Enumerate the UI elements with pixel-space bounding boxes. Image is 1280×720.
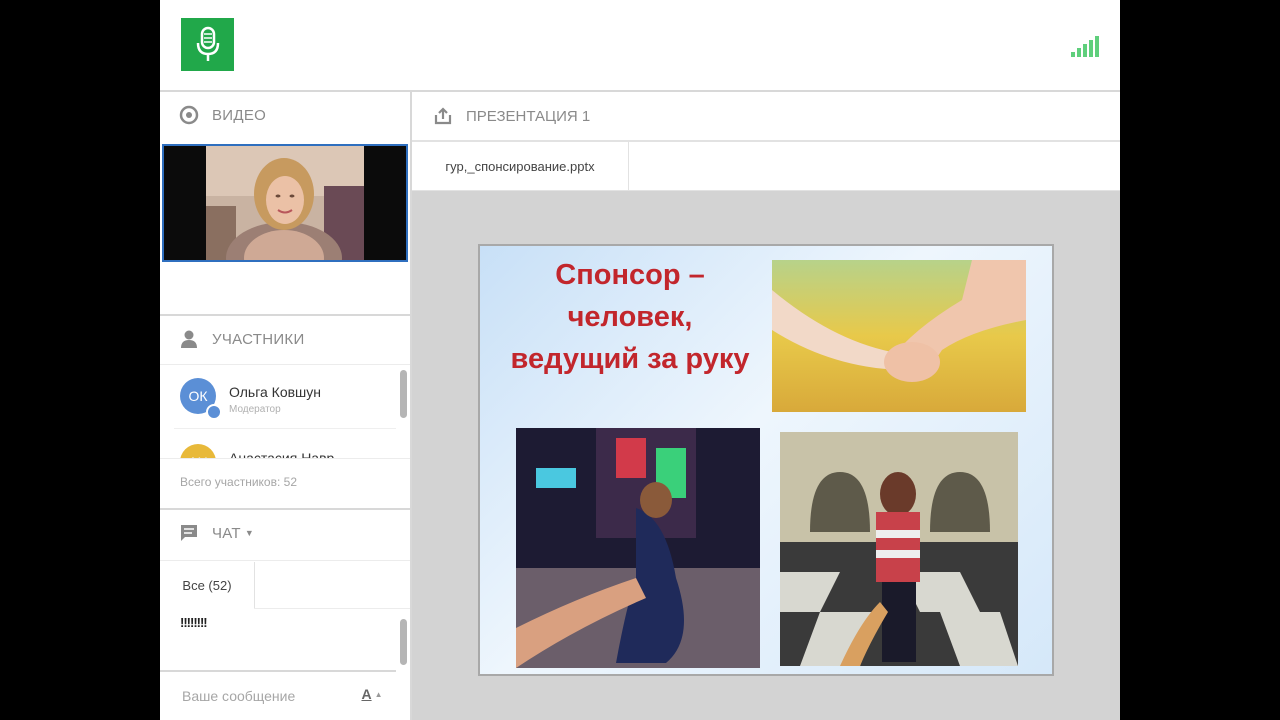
participants-list: ОК Ольга Ковшун Модератор АН Анастасия Н…: [160, 366, 410, 458]
avatar: АН: [180, 444, 216, 458]
chat-scrollbar[interactable]: [400, 619, 407, 665]
participant-name: Ольга Ковшун: [229, 384, 322, 400]
chat-title: ЧАТ: [212, 524, 241, 542]
participants-total: Всего участников: 52: [180, 475, 297, 489]
text-format-icon: A: [361, 686, 372, 702]
slide-title: Спонсор – человек, ведущий за руку: [510, 259, 750, 375]
city-photo: [516, 428, 760, 668]
participants-title: УЧАСТНИКИ: [212, 330, 305, 348]
tab-document[interactable]: гур,_спонсирование.pptx: [412, 142, 629, 190]
presentation-slide[interactable]: Спонсор – человек, ведущий за руку: [478, 244, 1054, 676]
video-feed[interactable]: [162, 144, 408, 262]
presentation-panel: ПРЕЗЕНТАЦИЯ 1 гур,_спонсирование.pptx Сп…: [412, 92, 1120, 720]
hands-photo: [772, 260, 1026, 412]
video-header[interactable]: ВИДЕО: [160, 92, 410, 138]
participant-name: Анастасия Навр: [229, 450, 335, 458]
document-tabs: гур,_спонсирование.pptx: [412, 142, 1120, 191]
left-panel: ВИДЕО УЧАСТНИКИ ОК Ольга Ковшун Модерато…: [160, 92, 412, 720]
chevron-up-icon: ▲: [374, 689, 383, 699]
microphone-icon[interactable]: [181, 18, 234, 71]
upload-icon[interactable]: [432, 105, 454, 127]
metro-photo: [780, 432, 1018, 666]
user-icon: [178, 328, 200, 350]
list-item[interactable]: АН Анастасия Навр: [160, 432, 396, 458]
chat-icon: [178, 522, 200, 544]
chat-tab-all[interactable]: Все (52): [160, 562, 255, 608]
list-item[interactable]: ОК Ольга Ковшун Модератор: [160, 366, 396, 428]
webcam-image: [206, 146, 364, 260]
participant-role: Модератор: [229, 404, 281, 415]
participants-scrollbar[interactable]: [400, 370, 407, 418]
moderator-badge-icon: [206, 404, 222, 420]
chevron-down-icon[interactable]: ▼: [245, 528, 254, 538]
participants-header[interactable]: УЧАСТНИКИ: [160, 316, 410, 362]
presentation-title: ПРЕЗЕНТАЦИЯ 1: [466, 107, 591, 125]
chat-header[interactable]: ЧАТ ▼: [160, 510, 410, 556]
presentation-header: ПРЕЗЕНТАЦИЯ 1: [412, 92, 1120, 142]
camera-icon: [178, 104, 200, 126]
font-format-button[interactable]: A ▲: [356, 682, 388, 706]
video-title: ВИДЕО: [212, 106, 267, 124]
conference-app: ВИДЕО УЧАСТНИКИ ОК Ольга Ковшун Модерато…: [160, 0, 1120, 720]
signal-bars-icon: [1071, 36, 1099, 57]
chat-message: !!!!!!!!: [180, 615, 208, 630]
top-bar: [160, 0, 1120, 92]
